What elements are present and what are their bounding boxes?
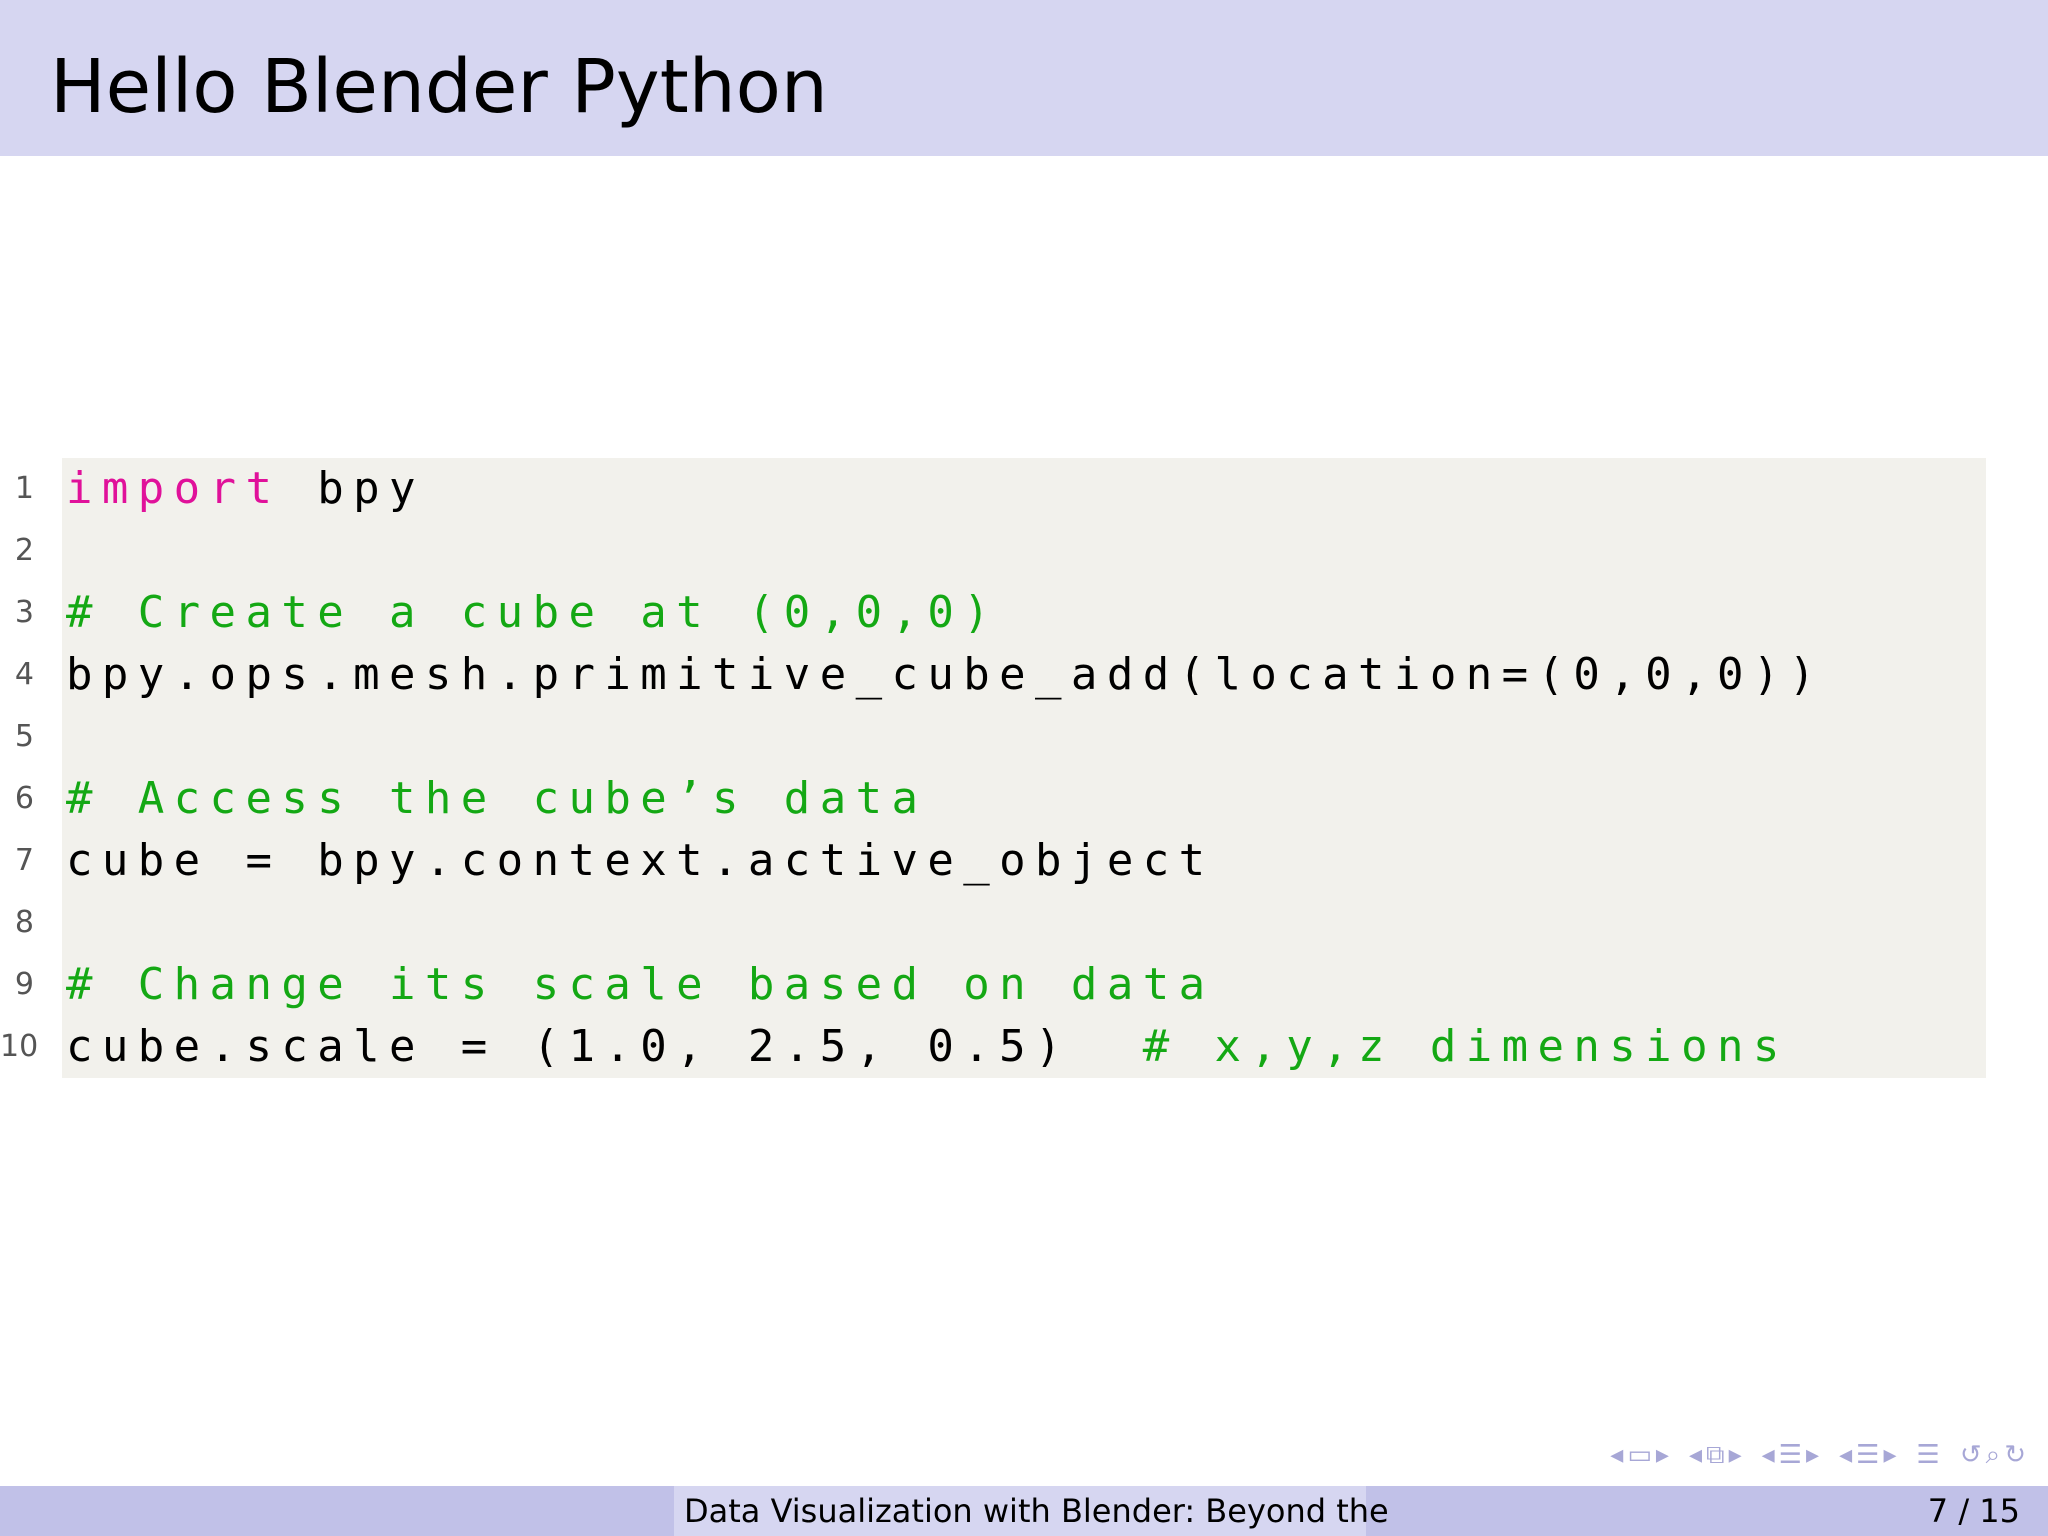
line-number: 10 [0,1029,39,1064]
code-line: 3 # Create a cube at (0,0,0) [0,582,2000,644]
nav-next-slide-icon[interactable]: ▸ [1656,1440,1669,1470]
code-line: 2 [0,520,2000,582]
nav-next-subsection-icon[interactable]: ▸ [1806,1440,1819,1470]
title-bar: Hello Blender Python [0,0,2048,156]
code-line: 1 import bpy [0,458,2000,520]
code-line: 5 [0,706,2000,768]
page-indicator: 7 / 15 [1927,1492,2020,1530]
code-text: bpy [281,463,425,514]
line-code: # Create a cube at (0,0,0) [66,582,999,644]
nav-prev-section-icon[interactable]: ◂ [1839,1440,1852,1470]
line-number: 2 [14,533,34,568]
nav-prev-subsection-icon[interactable]: ◂ [1762,1440,1775,1470]
nav-next-section-icon[interactable]: ▸ [1883,1440,1896,1470]
nav-slide-icon[interactable]: ▭ [1627,1440,1652,1470]
line-number: 6 [14,781,34,816]
code-line: 8 [0,892,2000,954]
code-line: 10 cube.scale = (1.0, 2.5, 0.5) # x,y,z d… [0,1016,2000,1078]
code-line: 6 # Access the cube’s data [0,768,2000,830]
line-number: 1 [14,471,34,506]
line-code: # Access the cube’s data [66,768,927,830]
line-number: 5 [14,719,34,754]
code-comment: # Change its scale based on data [66,959,1215,1010]
redo-icon[interactable]: ↻ [2004,1440,2026,1470]
undo-icon[interactable]: ↺ [1960,1440,1982,1470]
nav-toc-icon[interactable]: ☰ [1917,1440,1940,1470]
nav-frame-icon[interactable]: ⧉ [1706,1440,1725,1471]
footer-bar: Data Visualization with Blender: Beyond … [0,1486,2048,1536]
navigation-controls: ◂ ▭ ▸ ◂ ⧉ ▸ ◂ ☰ ▸ ◂ ☰ ▸ ☰ ↺ ⌕ ↻ [1596,1440,2026,1471]
line-number: 8 [14,905,34,940]
code-keyword: import [66,463,282,514]
code-comment: # Access the cube’s data [66,773,928,824]
line-code: import bpy [66,458,425,520]
line-code: bpy.ops.mesh.primitive_cube_add(location… [66,644,1825,706]
line-code: # Change its scale based on data [66,954,1215,1016]
code-line: 9 # Change its scale based on data [0,954,2000,1016]
search-icon[interactable]: ⌕ [1986,1440,2001,1471]
line-number: 4 [14,657,34,692]
code-line: 4 bpy.ops.mesh.primitive_cube_add(locatio… [0,644,2000,706]
code-text: bpy.ops.mesh.primitive_cube_add(location… [66,649,1825,700]
footer-presentation-title: Data Visualization with Blender: Beyond … [684,1492,1389,1530]
code-text: cube.scale = (1.0, 2.5, 0.5) [66,1021,1143,1072]
slide-title: Hello Blender Python [50,44,828,130]
line-code: cube = bpy.context.active_object [66,830,1215,892]
line-number: 7 [14,843,34,878]
nav-prev-slide-icon[interactable]: ◂ [1610,1440,1623,1470]
code-comment: # x,y,z dimensions [1142,1021,1789,1072]
line-number: 9 [14,967,34,1002]
nav-next-frame-icon[interactable]: ▸ [1729,1440,1742,1470]
code-text: cube = bpy.context.active_object [66,835,1215,886]
line-code: cube.scale = (1.0, 2.5, 0.5) # x,y,z dim… [66,1016,1789,1078]
line-number: 3 [14,595,34,630]
nav-section-icon[interactable]: ☰ [1856,1440,1879,1470]
nav-subsection-icon[interactable]: ☰ [1779,1440,1802,1470]
code-line: 7 cube = bpy.context.active_object [0,830,2000,892]
nav-prev-frame-icon[interactable]: ◂ [1689,1440,1702,1470]
code-comment: # Create a cube at (0,0,0) [66,587,1000,638]
